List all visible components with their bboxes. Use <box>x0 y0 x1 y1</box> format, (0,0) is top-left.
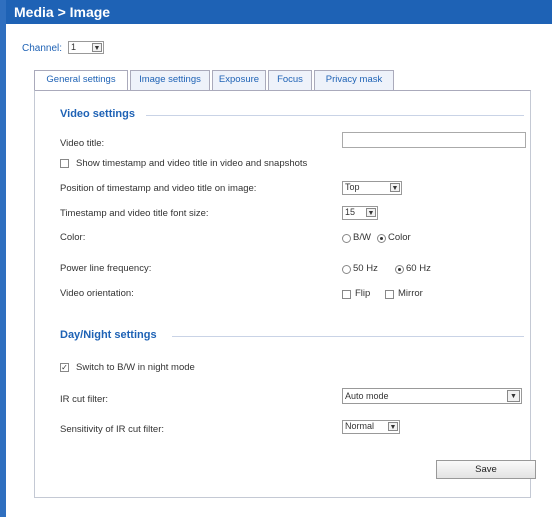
ir-sensitivity-value: Normal <box>345 421 375 431</box>
tab-general-settings[interactable]: General settings <box>34 70 128 91</box>
switch-bw-label: Switch to B/W in night mode <box>76 362 195 373</box>
color-color-label: Color <box>388 232 411 243</box>
tab-focus[interactable]: Focus <box>268 70 312 90</box>
power-50hz-radio[interactable] <box>342 265 351 274</box>
ir-cut-filter-label: IR cut filter: <box>60 394 109 405</box>
ir-cut-filter-value: Auto mode <box>345 391 389 401</box>
save-button[interactable]: Save <box>436 460 536 479</box>
channel-select[interactable]: 1 ▼ <box>68 41 104 54</box>
mirror-label: Mirror <box>398 288 423 299</box>
tab-image-settings[interactable]: Image settings <box>130 70 210 90</box>
chevron-down-icon: ▼ <box>366 208 376 217</box>
color-bw-label: B/W <box>353 232 371 243</box>
ir-sensitivity-label: Sensitivity of IR cut filter: <box>60 424 165 435</box>
left-accent-bar <box>0 0 6 517</box>
flip-checkbox[interactable] <box>342 290 351 299</box>
power-50hz-label: 50 Hz <box>353 263 378 274</box>
power-60hz-label: 60 Hz <box>406 263 431 274</box>
switch-bw-checkbox[interactable]: ✓ <box>60 363 69 372</box>
position-label: Position of timestamp and video title on… <box>60 183 257 194</box>
section-divider <box>146 115 524 116</box>
ir-cut-filter-select[interactable]: Auto mode ▼ <box>342 388 522 404</box>
orientation-label: Video orientation: <box>60 288 134 299</box>
show-timestamp-checkbox[interactable] <box>60 159 69 168</box>
tab-privacy-mask[interactable]: Privacy mask <box>314 70 394 90</box>
mirror-checkbox[interactable] <box>385 290 394 299</box>
chevron-down-icon: ▼ <box>92 43 102 52</box>
position-select[interactable]: Top ▼ <box>342 181 402 195</box>
font-size-label: Timestamp and video title font size: <box>60 208 209 219</box>
font-size-value: 15 <box>345 207 356 217</box>
day-night-settings-title: Day/Night settings <box>60 329 157 341</box>
font-size-select[interactable]: 15 ▼ <box>342 206 378 220</box>
tab-exposure[interactable]: Exposure <box>212 70 266 90</box>
chevron-down-icon: ▼ <box>388 422 398 431</box>
chevron-down-icon: ▼ <box>390 183 400 192</box>
color-label: Color: <box>60 232 86 243</box>
page-header: Media > Image <box>6 0 552 24</box>
position-value: Top <box>345 182 360 192</box>
video-title-input[interactable] <box>342 132 526 148</box>
channel-label: Channel: <box>22 43 63 54</box>
color-color-radio[interactable] <box>377 234 386 243</box>
ir-sensitivity-select[interactable]: Normal ▼ <box>342 420 400 434</box>
chevron-down-icon: ▼ <box>507 390 520 402</box>
power-line-label: Power line frequency: <box>60 263 152 274</box>
page-title: Media > Image <box>14 4 111 20</box>
power-60hz-radio[interactable] <box>395 265 404 274</box>
section-divider <box>172 336 524 337</box>
video-settings-title: Video settings <box>60 108 135 120</box>
channel-value: 1 <box>71 42 77 52</box>
show-timestamp-label: Show timestamp and video title in video … <box>76 158 308 169</box>
flip-label: Flip <box>355 288 371 299</box>
color-bw-radio[interactable] <box>342 234 351 243</box>
video-title-label: Video title: <box>60 138 105 149</box>
